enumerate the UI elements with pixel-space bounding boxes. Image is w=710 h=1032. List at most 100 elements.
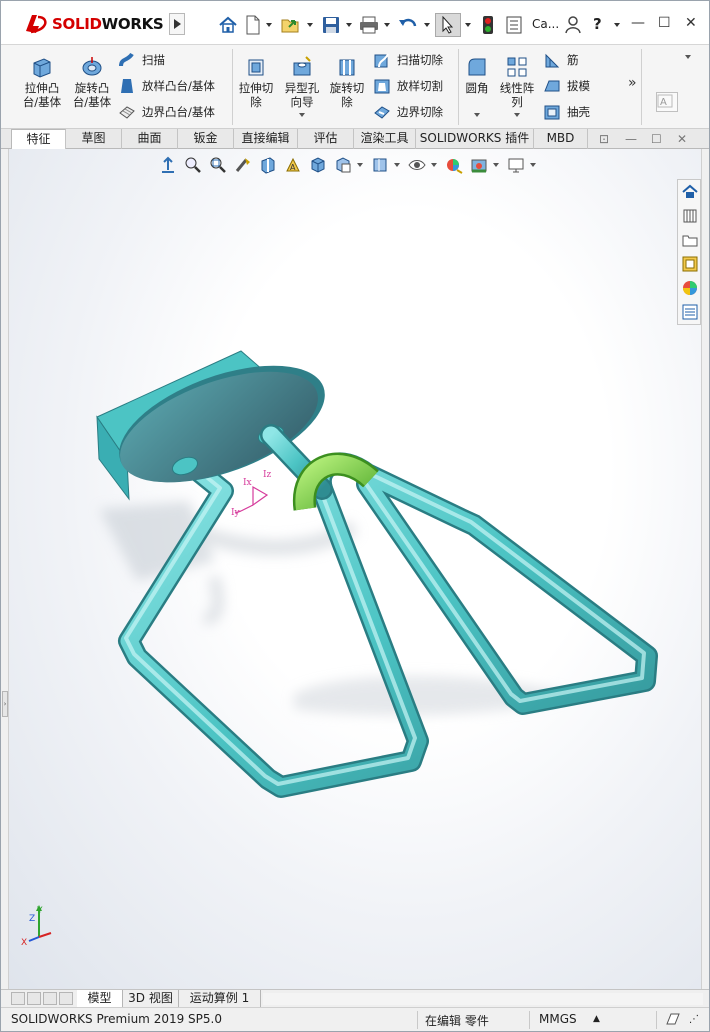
shell-button[interactable]: 抽壳 (543, 101, 590, 123)
extrude-cut-label-line2: 除 (250, 95, 262, 109)
doc-minimize-button[interactable]: — (625, 132, 637, 146)
revolve-boss-icon (82, 57, 102, 76)
solidworks-resources-icon[interactable] (680, 182, 699, 201)
close-button[interactable]: ✕ (685, 15, 697, 31)
new-caret-icon[interactable] (266, 23, 272, 27)
loft-boss-button[interactable]: 放样凸台/基体 (118, 75, 215, 97)
user-account-button[interactable] (563, 13, 583, 37)
help-icon[interactable]: ? (593, 15, 602, 33)
appearances-scenes-icon[interactable] (680, 278, 699, 297)
hole-wizard-label-line1: 异型孔 (284, 81, 320, 95)
boundary-boss-label: 边界凸台/基体 (142, 105, 215, 119)
search-commands-icon: A (657, 94, 673, 108)
boundary-boss-button[interactable]: 边界凸台/基体 (118, 101, 215, 123)
ribbon-more-button[interactable]: » (628, 75, 637, 91)
tab-direct-editing[interactable]: 直接编辑 (234, 129, 298, 149)
boundary-cut-button[interactable]: 边界切除 (373, 101, 443, 123)
linear-pattern-caret-icon[interactable] (514, 113, 520, 117)
sweep-button[interactable]: 扫描 (118, 49, 165, 71)
boundary-cut-label: 边界切除 (397, 105, 443, 119)
ds-logo-icon (26, 15, 47, 34)
loft-boss-label: 放样凸台/基体 (142, 79, 215, 93)
home-button[interactable] (216, 13, 240, 37)
menu-expand-button[interactable] (169, 13, 185, 35)
doc-pin-icon[interactable]: ⊡ (599, 132, 609, 146)
rebuild-button[interactable] (479, 13, 497, 37)
user-account-label[interactable]: Ca... (532, 17, 559, 31)
revolve-boss-button[interactable]: 旋转凸 台/基体 (69, 55, 115, 109)
boundary-cut-icon (374, 106, 390, 119)
tab-motion-study[interactable]: 运动算例 1 (179, 990, 261, 1007)
ribbon-separator (458, 49, 459, 125)
tab-sketch[interactable]: 草图 (66, 129, 122, 149)
undo-button[interactable] (396, 13, 420, 37)
solidworks-logo[interactable]: SOLIDWORKS (23, 11, 164, 37)
status-resize-grip: ⋰ (689, 1014, 699, 1025)
hole-wizard-button[interactable]: 异型孔 向导 (281, 55, 323, 109)
save-caret-icon[interactable] (346, 23, 352, 27)
unit-system-caret-icon[interactable]: ▲ (593, 1014, 600, 1024)
tab-surfaces[interactable]: 曲面 (122, 129, 178, 149)
design-library-icon[interactable] (680, 206, 699, 225)
lofted-cut-button[interactable]: 放样切割 (373, 75, 443, 97)
swept-cut-button[interactable]: 扫描切除 (373, 49, 443, 71)
save-icon (323, 17, 339, 33)
tab-nav-prev-button[interactable] (27, 992, 41, 1005)
minimize-button[interactable]: — (631, 15, 645, 31)
file-properties-button[interactable] (504, 13, 524, 37)
file-properties-icon (506, 16, 522, 34)
open-caret-icon[interactable] (307, 23, 313, 27)
tab-render-tools[interactable]: 渲染工具 (354, 129, 416, 149)
doc-restore-button[interactable]: ☐ (651, 132, 662, 146)
select-button[interactable] (435, 13, 461, 37)
save-button[interactable] (319, 13, 343, 37)
view-palette-icon[interactable] (680, 254, 699, 273)
tab-model[interactable]: 模型 (77, 990, 123, 1007)
open-button[interactable] (279, 13, 303, 37)
tab-3d-views[interactable]: 3D 视图 (123, 990, 179, 1007)
select-caret-icon[interactable] (465, 23, 471, 27)
graphics-viewport[interactable]: A Ix Iz Iy X Y Z (9, 149, 701, 989)
feature-manager-expand-handle[interactable]: › (2, 691, 8, 717)
fillet-caret-icon[interactable] (474, 113, 480, 117)
new-document-button[interactable] (243, 13, 263, 37)
custom-properties-icon[interactable] (680, 302, 699, 321)
rib-button[interactable]: 筋 (543, 49, 579, 71)
sweep-label: 扫描 (142, 53, 165, 67)
brand-name-part-works: WORKS (101, 15, 164, 33)
print-caret-icon[interactable] (384, 23, 390, 27)
print-button[interactable] (357, 13, 381, 37)
extrude-boss-label-line2: 台/基体 (22, 95, 62, 109)
horizontal-scrollbar[interactable] (263, 993, 703, 1005)
user-icon (565, 16, 581, 34)
maximize-button[interactable]: ☐ (658, 15, 671, 31)
wire-handle-model[interactable]: Ix Iz Iy (9, 149, 701, 989)
file-explorer-icon[interactable] (680, 230, 699, 249)
fillet-button[interactable]: 圆角 (462, 55, 492, 95)
tab-mbd[interactable]: MBD (534, 129, 588, 149)
extrude-boss-button[interactable]: 拉伸凸 台/基体 (19, 55, 65, 109)
tab-nav-first-button[interactable] (11, 992, 25, 1005)
doc-close-button[interactable]: ✕ (677, 132, 687, 146)
linear-pattern-button[interactable]: 线性阵 列 (495, 55, 539, 109)
tab-evaluate[interactable]: 评估 (298, 129, 354, 149)
extrude-cut-button[interactable]: 拉伸切 除 (235, 55, 277, 109)
unit-system-label[interactable]: MMGS (539, 1012, 577, 1026)
tab-nav-last-button[interactable] (59, 992, 73, 1005)
draft-icon (544, 80, 560, 92)
customize-status-icon[interactable] (665, 1012, 681, 1026)
tab-sheet-metal[interactable]: 钣金 (178, 129, 234, 149)
tab-nav-next-button[interactable] (43, 992, 57, 1005)
revolve-cut-button[interactable]: 旋转切 除 (326, 55, 368, 109)
coord-z-label: Iz (263, 470, 272, 480)
solidworks-window: SOLIDWORKS Ca... ? — ☐ ✕ 拉伸凸 台/基体 旋转凸 台/… (0, 0, 710, 1032)
help-caret-icon[interactable] (614, 23, 620, 27)
draft-button[interactable]: 拔模 (543, 75, 590, 97)
tab-solidworks-addins[interactable]: SOLIDWORKS 插件 (416, 129, 534, 149)
tab-features[interactable]: 特征 (11, 129, 66, 150)
undo-caret-icon[interactable] (424, 23, 430, 27)
hole-wizard-caret-icon[interactable] (299, 113, 305, 117)
ribbon-options-caret-icon[interactable] (685, 55, 691, 59)
swept-cut-icon (374, 53, 389, 68)
command-search-box[interactable]: A (656, 92, 678, 112)
